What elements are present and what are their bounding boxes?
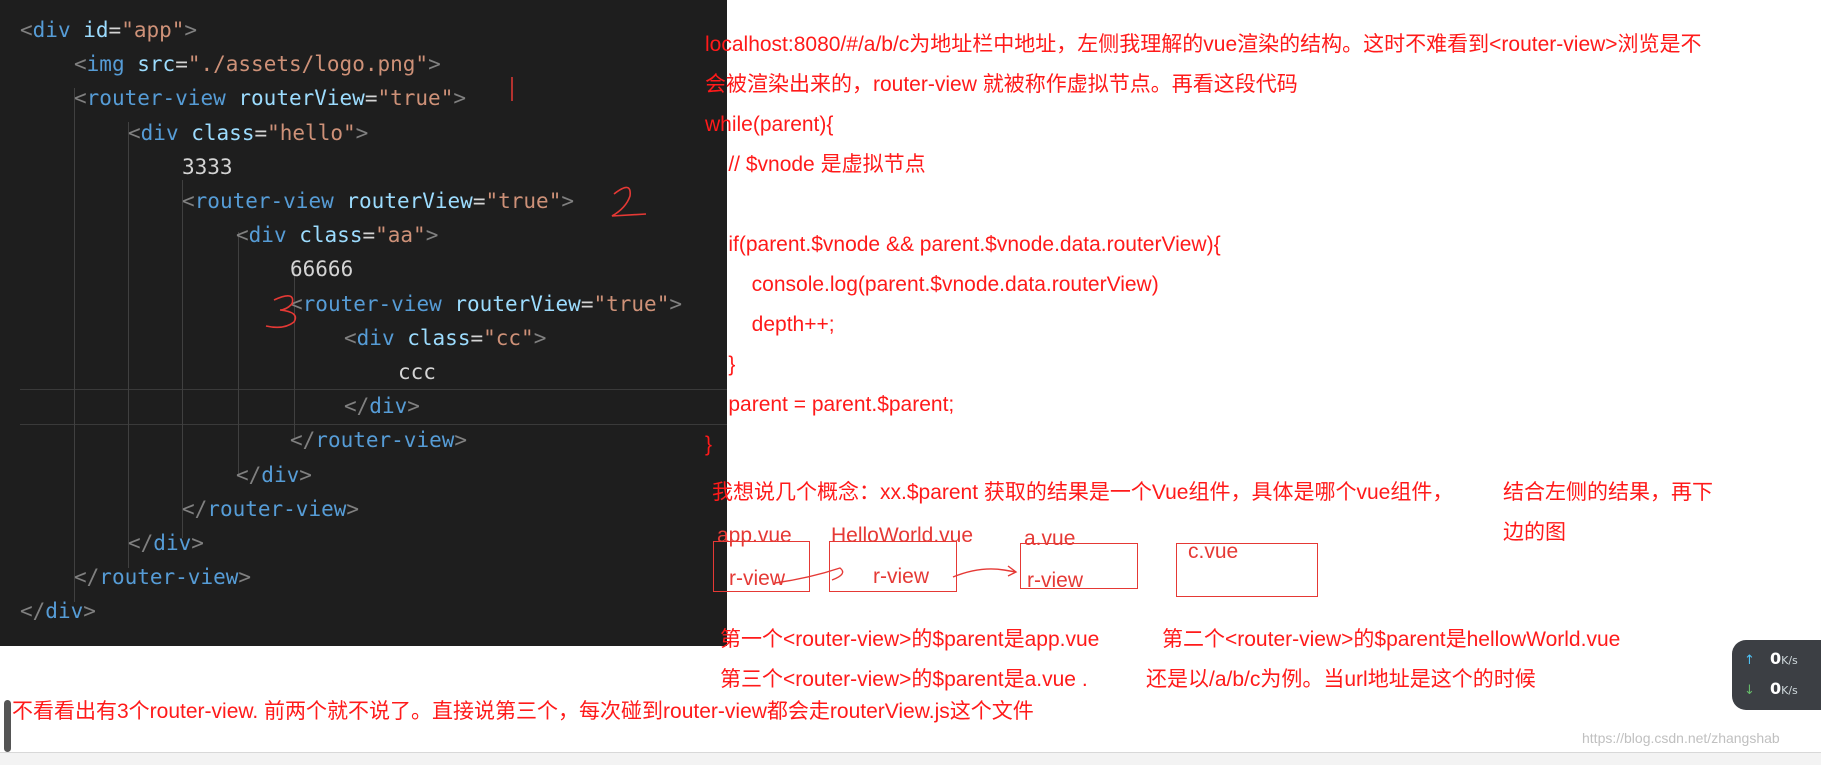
note-line-1: localhost:8080/#/a/b/c为地址栏中地址，左侧我理解的vue渲… [705, 33, 1702, 56]
box-app-title: app.vue [717, 524, 792, 547]
note-code-line: console.log(parent.$vnode.data.routerVie… [705, 273, 1159, 296]
box-app-inner: r-view [729, 567, 785, 590]
box-helloworld-inner: r-view [873, 565, 929, 588]
note-code-line: while(parent){ [705, 113, 834, 136]
bottom-note: 不看看出有3个router-view. 前两个就不说了。直接说第三个，每次碰到r… [12, 700, 1034, 723]
concept-note: 我想说几个概念：xx.$parent 获取的结果是一个Vue组件，具体是哪个vu… [712, 481, 1454, 504]
parent-note-4: 还是以/a/b/c为例。当url地址是这个的时候 [1146, 668, 1536, 691]
upload-arrow-icon: ↑ [1744, 653, 1755, 668]
concept-note-2a: 结合左侧的结果，再下 [1503, 481, 1713, 504]
box-helloworld-title: HelloWorld.vue [831, 524, 974, 547]
box-c-title: c.vue [1188, 540, 1239, 563]
note-code-line: } [705, 353, 736, 376]
watermark: https://blog.csdn.net/zhangshab [1582, 730, 1780, 746]
upload-value: 0 [1770, 649, 1782, 668]
parent-note-2: 第二个<router-view>的$parent是hellowWorld.vue [1162, 628, 1621, 651]
note-code-line: depth++; [705, 313, 835, 336]
code-editor[interactable]: <div id="app"> <img src="./assets/logo.pn… [0, 0, 727, 646]
network-speed-widget[interactable]: ↑ 0K/s ↓ 0K/s [1732, 640, 1821, 710]
arrow-hello-to-a [952, 565, 1018, 578]
note-code-line: if(parent.$vnode && parent.$vnode.data.r… [705, 233, 1221, 256]
upload-speed: ↑ 0K/s [1744, 649, 1798, 668]
note-code-line: // $vnode 是虚拟节点 [705, 153, 926, 176]
box-a-inner: r-view [1027, 569, 1083, 592]
note-code-line: } [705, 433, 713, 456]
download-value: 0 [1770, 679, 1782, 698]
mark-2-path [611, 186, 647, 217]
download-unit: K/s [1781, 684, 1798, 697]
mark-3-path [265, 295, 297, 329]
taskbar [0, 752, 1821, 765]
upload-unit: K/s [1781, 654, 1798, 667]
note-line-2: 会被渲染出来的，router-view 就被称作虚拟节点。再看这段代码 [705, 73, 1298, 96]
note-code-line: parent = parent.$parent; [705, 393, 955, 416]
parent-note-1: 第一个<router-view>的$parent是app.vue [720, 628, 1100, 651]
handwritten-marks [265, 77, 647, 329]
box-a-title: a.vue [1024, 527, 1076, 550]
download-arrow-icon: ↓ [1744, 683, 1755, 698]
scrollbar-thumb[interactable] [4, 700, 11, 752]
concept-note-2b: 边的图 [1503, 521, 1566, 544]
download-speed: ↓ 0K/s [1744, 679, 1798, 698]
